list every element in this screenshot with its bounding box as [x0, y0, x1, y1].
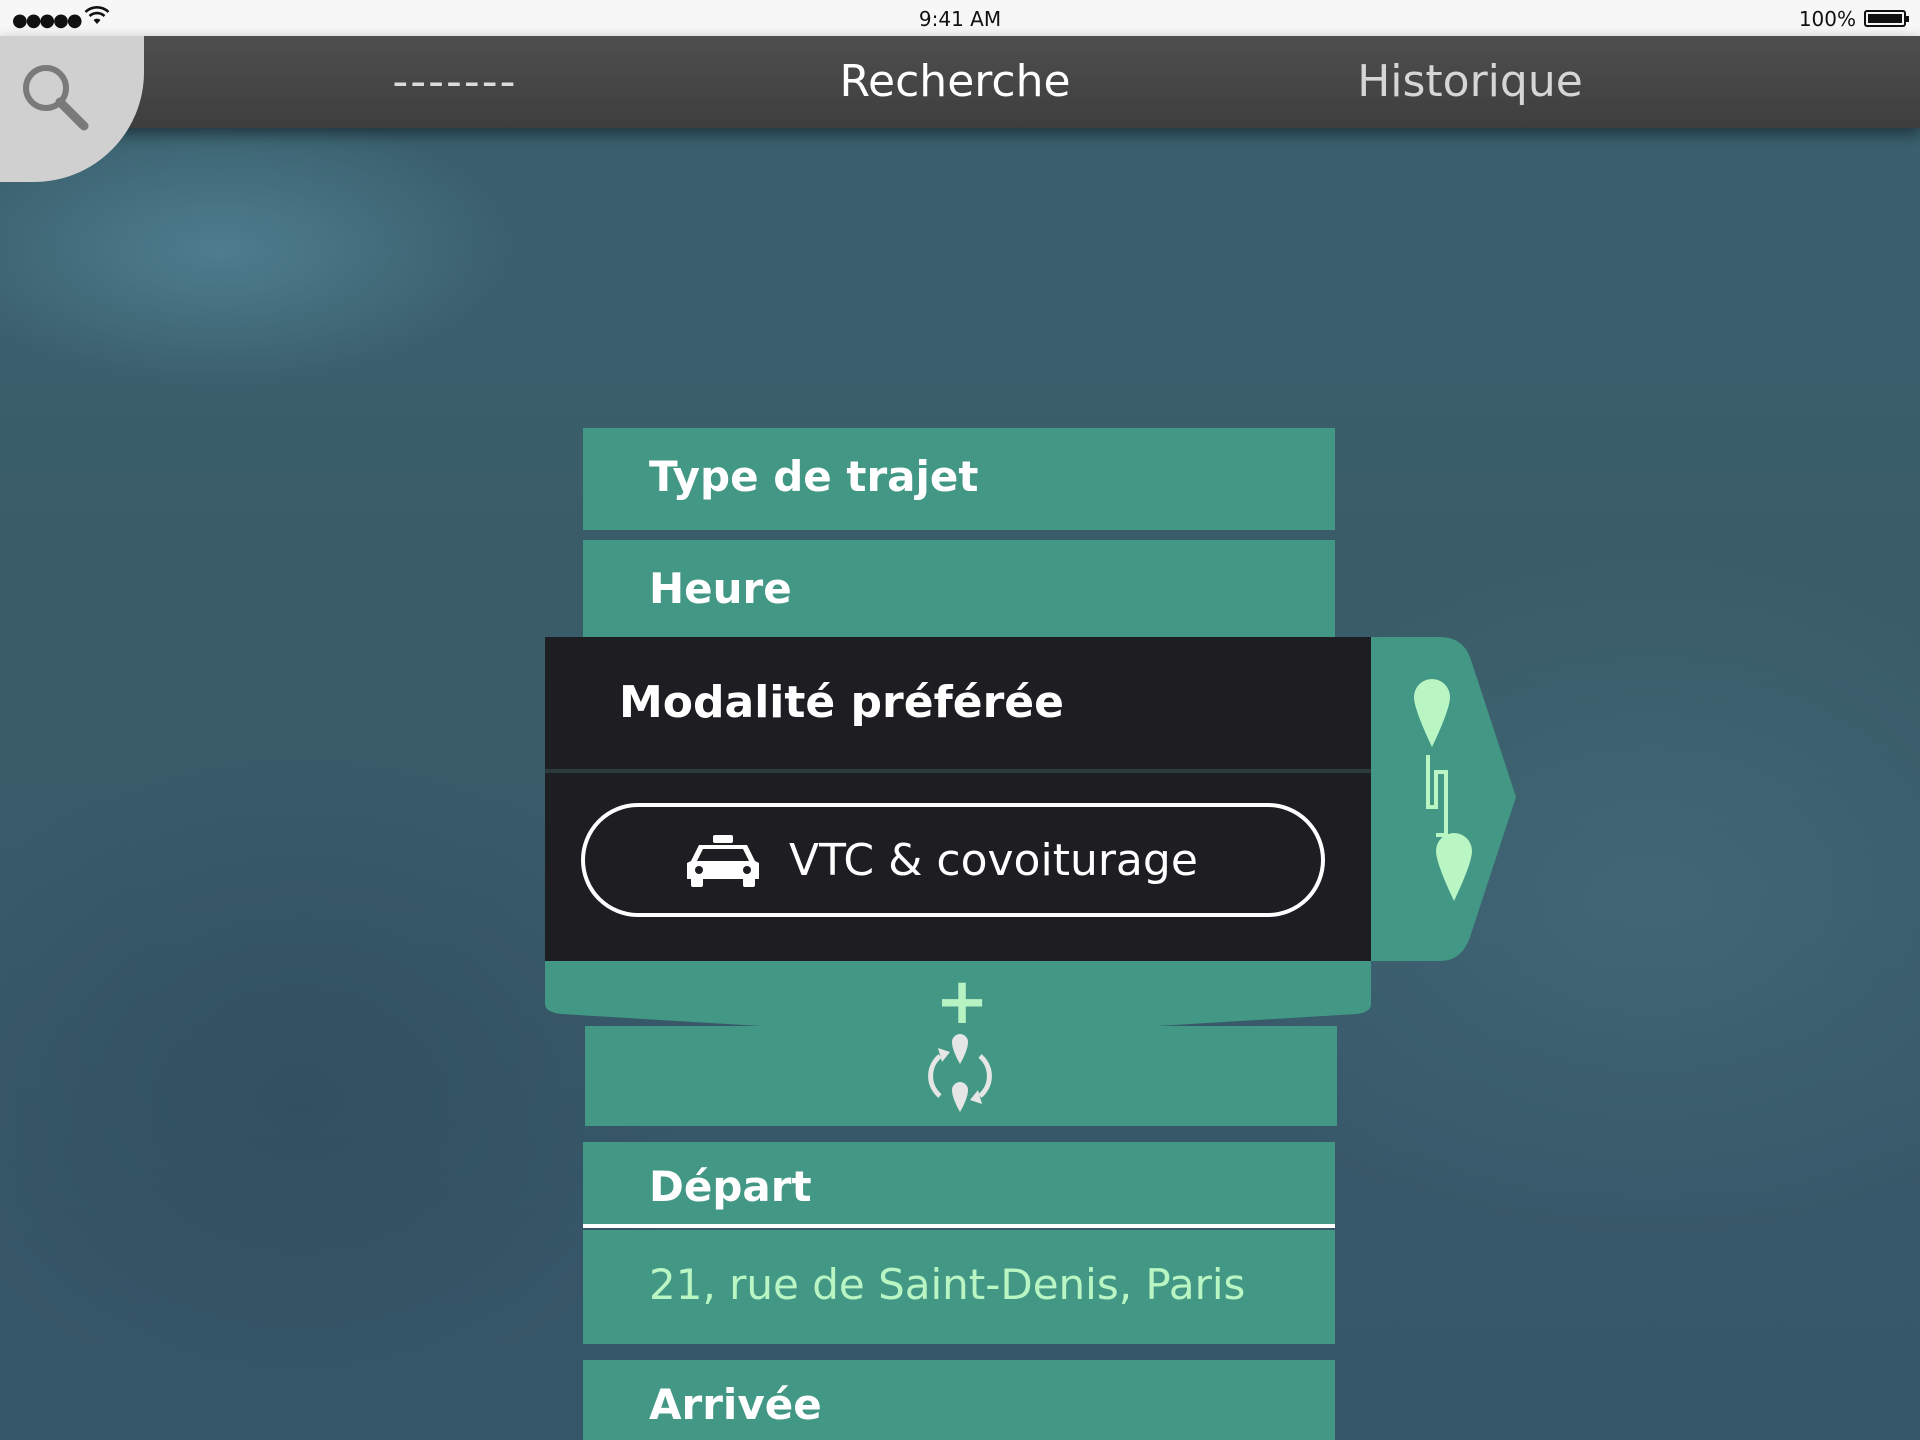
- preferred-mode-card: Modalité préférée VTC & covoiturage: [545, 637, 1371, 961]
- mode-option-button[interactable]: VTC & covoiturage: [581, 803, 1325, 917]
- trip-type-row[interactable]: Type de trajet: [583, 428, 1335, 530]
- route-side-tab[interactable]: [1370, 637, 1516, 961]
- time-row[interactable]: Heure: [583, 540, 1335, 640]
- divider: [545, 769, 1371, 773]
- top-navigation-bar: ------- Recherche Historique: [0, 36, 1920, 128]
- add-mode-icon[interactable]: +: [934, 970, 990, 1034]
- car-icon: [687, 835, 759, 887]
- arrival-label: Arrivée: [649, 1380, 822, 1429]
- battery-percent: 100%: [1798, 7, 1856, 31]
- tab-placeholder[interactable]: -------: [330, 36, 580, 128]
- departure-label: Départ: [649, 1162, 812, 1211]
- tab-search[interactable]: Recherche: [810, 36, 1100, 128]
- preferred-mode-title: Modalité préférée: [619, 677, 1064, 728]
- swap-locations-icon[interactable]: [906, 1034, 1014, 1114]
- arrival-row[interactable]: Arrivée: [583, 1360, 1335, 1440]
- battery-icon: [1864, 10, 1909, 27]
- mode-option-label: VTC & covoiturage: [789, 835, 1198, 886]
- departure-address-field[interactable]: 21, rue de Saint-Denis, Paris: [583, 1230, 1335, 1344]
- status-bar: ●●●●● 9:41 AM 100%: [0, 0, 1920, 36]
- divider: [583, 1224, 1335, 1228]
- search-icon: [23, 65, 89, 131]
- time-label: Heure: [649, 564, 792, 613]
- status-time: 9:41 AM: [918, 7, 1002, 31]
- departure-address-value: 21, rue de Saint-Denis, Paris: [649, 1260, 1246, 1309]
- trip-type-label: Type de trajet: [649, 452, 979, 501]
- search-button[interactable]: [0, 36, 144, 182]
- tab-history[interactable]: Historique: [1330, 36, 1610, 128]
- departure-row[interactable]: Départ: [583, 1142, 1335, 1226]
